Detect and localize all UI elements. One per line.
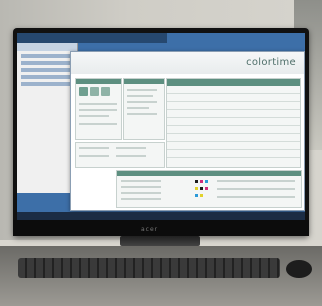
left-panel — [75, 78, 122, 140]
monitor-bezel: acer — [13, 220, 309, 236]
tool-icon[interactable] — [90, 87, 99, 96]
panel-line — [79, 103, 117, 105]
monitor: colortime acer — [13, 28, 309, 236]
panel-line — [79, 123, 117, 125]
keyboard — [18, 258, 280, 278]
color-swatch — [205, 187, 208, 190]
table-row — [167, 117, 300, 118]
app-logo: colortime — [246, 57, 296, 68]
monitor-brand: acer — [141, 226, 159, 233]
data-table-panel — [166, 78, 301, 168]
background-window-titlebar — [17, 33, 167, 43]
tool-icon[interactable] — [79, 87, 88, 96]
panel-line — [127, 89, 157, 91]
panel-line — [121, 192, 161, 194]
colortime-app-window: colortime — [70, 51, 305, 211]
color-swatch — [195, 187, 198, 190]
table-row — [167, 93, 300, 94]
monitor-screen: colortime — [17, 33, 305, 221]
panel-line — [116, 155, 146, 157]
panel-line — [116, 147, 146, 149]
panel-line — [121, 186, 161, 188]
panel-line — [127, 107, 149, 109]
table-row — [167, 141, 300, 142]
table-row — [167, 101, 300, 102]
bottom-panel-header — [117, 171, 301, 176]
list-item — [21, 75, 73, 79]
panel-line — [79, 115, 109, 117]
color-swatch — [205, 180, 208, 183]
list-item — [21, 68, 73, 72]
mouse — [286, 260, 312, 278]
monitor-stand — [120, 236, 200, 246]
table-row — [167, 109, 300, 110]
panel-line — [127, 101, 157, 103]
bottom-panel — [116, 170, 302, 208]
left-panel-header — [76, 79, 121, 84]
explorer-toolbar — [17, 43, 77, 51]
color-swatch — [195, 180, 198, 183]
color-swatch — [200, 187, 203, 190]
table-row — [167, 133, 300, 134]
background-explorer-window — [17, 43, 78, 193]
list-item — [21, 82, 73, 86]
panel-line — [121, 198, 161, 200]
color-swatch — [200, 194, 203, 197]
app-header: colortime — [71, 52, 304, 74]
photo-scene: colortime acer — [0, 0, 322, 306]
table-header — [167, 79, 300, 86]
panel-line — [217, 196, 295, 198]
color-swatch — [195, 194, 198, 197]
left-lower-panel — [75, 142, 165, 168]
panel-line — [79, 147, 109, 149]
table-row — [167, 149, 300, 150]
panel-line — [127, 113, 157, 115]
list-item — [21, 54, 73, 58]
table-row — [167, 125, 300, 126]
list-item — [21, 61, 73, 65]
middle-panel — [123, 78, 165, 140]
panel-line — [79, 109, 117, 111]
panel-line — [217, 188, 295, 190]
table-row — [167, 157, 300, 158]
color-swatch — [200, 180, 203, 183]
middle-panel-header — [124, 79, 164, 84]
panel-line — [79, 155, 109, 157]
panel-line — [127, 95, 153, 97]
tool-icon[interactable] — [101, 87, 110, 96]
panel-line — [121, 180, 161, 182]
panel-line — [217, 180, 295, 182]
